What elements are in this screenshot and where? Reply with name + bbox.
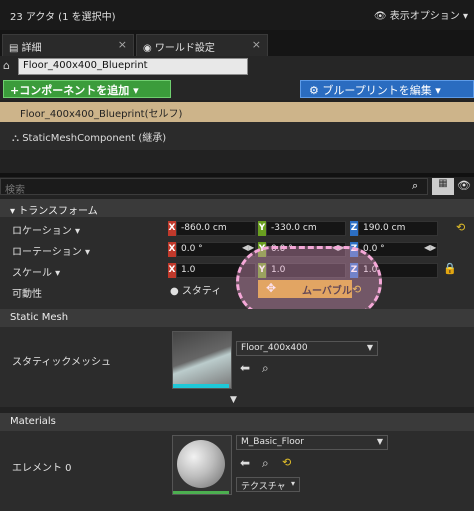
tab-bar: ▤ 詳細 × ◉ ワールド設定 × [0,30,474,56]
rotation-label[interactable]: ローテーション ▾ [12,243,90,258]
materials-section-title: Materials [10,416,56,427]
mobility-movable-label: ムーバブル [302,286,352,297]
close-icon[interactable]: × [118,38,127,51]
component-self-row[interactable]: Floor_400x400_Blueprint(セルフ) [0,102,474,122]
chevron-down-icon: ▼ [366,343,373,352]
axis-x-label: X [168,242,176,257]
reset-icon[interactable]: ⟲ [352,283,361,296]
search-icon[interactable]: ⌕ [412,179,418,193]
materials-section-header[interactable]: Materials [0,413,474,431]
actor-name-field[interactable]: Floor_400x400_Blueprint [18,58,248,75]
chevron-down-icon: ▾ [435,84,441,97]
material-sphere-preview [177,440,225,488]
location-z-field[interactable]: 190.0 cm [358,221,438,236]
thumbnail-accent-bar [173,384,229,388]
eye-icon: 👁 [373,11,387,22]
materials-row: エレメント 0 M_Basic_Floor ▼ ⬅ ⌕ ⟲ テクスチャ ▾ [0,431,474,511]
component-button-row: +コンポーネントを追加 ▾ ⚙ ブループリントを編集 ▾ [0,78,474,100]
component-static-mesh-row[interactable]: ⛬ StaticMeshComponent (継承) [0,122,474,150]
eye-icon[interactable]: 👁 [457,179,471,192]
static-mesh-row: スタティックメッシュ Floor_400x400 ▼ ⬅ ⌕ ▼ [0,327,474,407]
axis-z-label: Z [350,242,358,257]
location-y-field[interactable]: -330.0 cm [266,221,346,236]
axis-y-label: Y [258,263,266,278]
static-mesh-combo[interactable]: Floor_400x400 ▼ [236,341,378,356]
spinner-icon[interactable]: ◀▶ [242,243,254,252]
move-icon: ✥ [266,281,277,295]
static-mesh-value: Floor_400x400 [241,343,308,353]
static-mesh-section-title: Static Mesh [10,312,69,323]
axis-x-label: X [168,263,176,278]
view-options-button[interactable]: 👁 表示オプション ▾ [374,7,468,22]
close-icon[interactable]: × [252,38,261,51]
browse-icon[interactable]: ⌕ [262,456,269,471]
mobility-static-label: スタティ [181,286,222,297]
reset-icon[interactable]: ⟲ [456,221,465,234]
grid-view-icon[interactable]: ▦ [432,178,454,195]
chevron-down-icon: ▼ [376,437,383,446]
tab-world-settings[interactable]: ◉ ワールド設定 × [136,34,268,56]
expand-icon[interactable]: ▼ [230,395,237,405]
use-selected-icon[interactable]: ⬅ [240,456,250,470]
view-options-label: 表示オプション [389,11,460,22]
axis-z-label: Z [350,263,358,278]
edit-blueprint-label: ブループリントを編集 [322,84,432,97]
chevron-down-icon: ▾ [462,11,468,22]
spinner-icon[interactable]: ◀▶ [332,243,344,252]
chevron-down-icon: ▾ [290,479,295,488]
actor-name-bar: ⌂ Floor_400x400_Blueprint [0,56,474,78]
radio-icon: ● [170,286,179,297]
add-component-button[interactable]: +コンポーネントを追加 ▾ [3,80,171,98]
lock-icon[interactable]: 🔒 [443,262,457,275]
component-static-mesh-label: StaticMeshComponent (継承) [22,133,167,144]
reset-icon[interactable]: ⟲ [282,456,291,469]
static-mesh-label: スタティックメッシュ [12,357,111,368]
mobility-movable-option[interactable]: ✥ ムーバブル [258,280,352,298]
mesh-thumbnail[interactable] [172,331,232,389]
location-x-field[interactable]: -860.0 cm [176,221,256,236]
add-component-label: +コンポーネントを追加 [10,84,130,97]
material-thumbnail[interactable] [172,435,232,495]
tab-details-label: 詳細 [21,43,42,54]
mobility-static-option[interactable]: ● スタティ [170,282,258,297]
search-input[interactable]: 検索 [0,178,428,196]
thumbnail-accent-bar [173,491,229,494]
title-bar: 23 アクタ (1 を選択中) 👁 表示オプション ▾ [0,0,474,30]
material-value: M_Basic_Floor [241,437,304,447]
scale-x-field[interactable]: 1.0 [176,263,256,278]
mesh-component-icon: ⛬ [12,133,19,144]
collapse-icon: ▾ [10,206,16,217]
static-mesh-section-header[interactable]: Static Mesh [0,309,474,327]
scale-z-field[interactable]: 1.0 [358,263,438,278]
details-icon: ▤ [9,43,19,54]
scale-label[interactable]: スケール ▾ [12,264,60,279]
texture-dropdown-button[interactable]: テクスチャ ▾ [236,477,300,492]
texture-label: テクスチャ [241,482,286,492]
mobility-label: 可動性 [12,289,42,300]
tab-details[interactable]: ▤ 詳細 × [2,34,134,56]
browse-icon[interactable]: ⌕ [262,361,269,376]
material-element-label: エレメント 0 [12,463,72,474]
edit-blueprint-button[interactable]: ⚙ ブループリントを編集 ▾ [300,80,474,98]
blueprint-icon: ⚙ [309,84,319,97]
material-combo[interactable]: M_Basic_Floor ▼ [236,435,388,450]
actor-count-title: 23 アクタ (1 を選択中) [10,12,116,23]
tab-world-settings-label: ワールド設定 [154,43,215,54]
actor-icon: ⌂ [3,59,10,72]
chevron-down-icon: ▾ [133,84,139,97]
transform-section-header[interactable]: ▾ トランスフォーム [0,199,474,217]
transform-section-title: トランスフォーム [18,206,98,217]
axis-z-label: Z [350,221,358,236]
use-selected-icon[interactable]: ⬅ [240,361,250,375]
axis-y-label: Y [258,221,266,236]
scale-y-field[interactable]: 1.0 [266,263,346,278]
component-self-label: Floor_400x400_Blueprint(セルフ) [20,109,183,120]
axis-y-label: Y [258,242,266,257]
globe-icon: ◉ [143,43,152,54]
location-label[interactable]: ロケーション ▾ [12,222,80,237]
spinner-icon[interactable]: ◀▶ [424,243,436,252]
axis-x-label: X [168,221,176,236]
search-row: 検索 ⌕ ▦ 👁 [0,177,474,197]
